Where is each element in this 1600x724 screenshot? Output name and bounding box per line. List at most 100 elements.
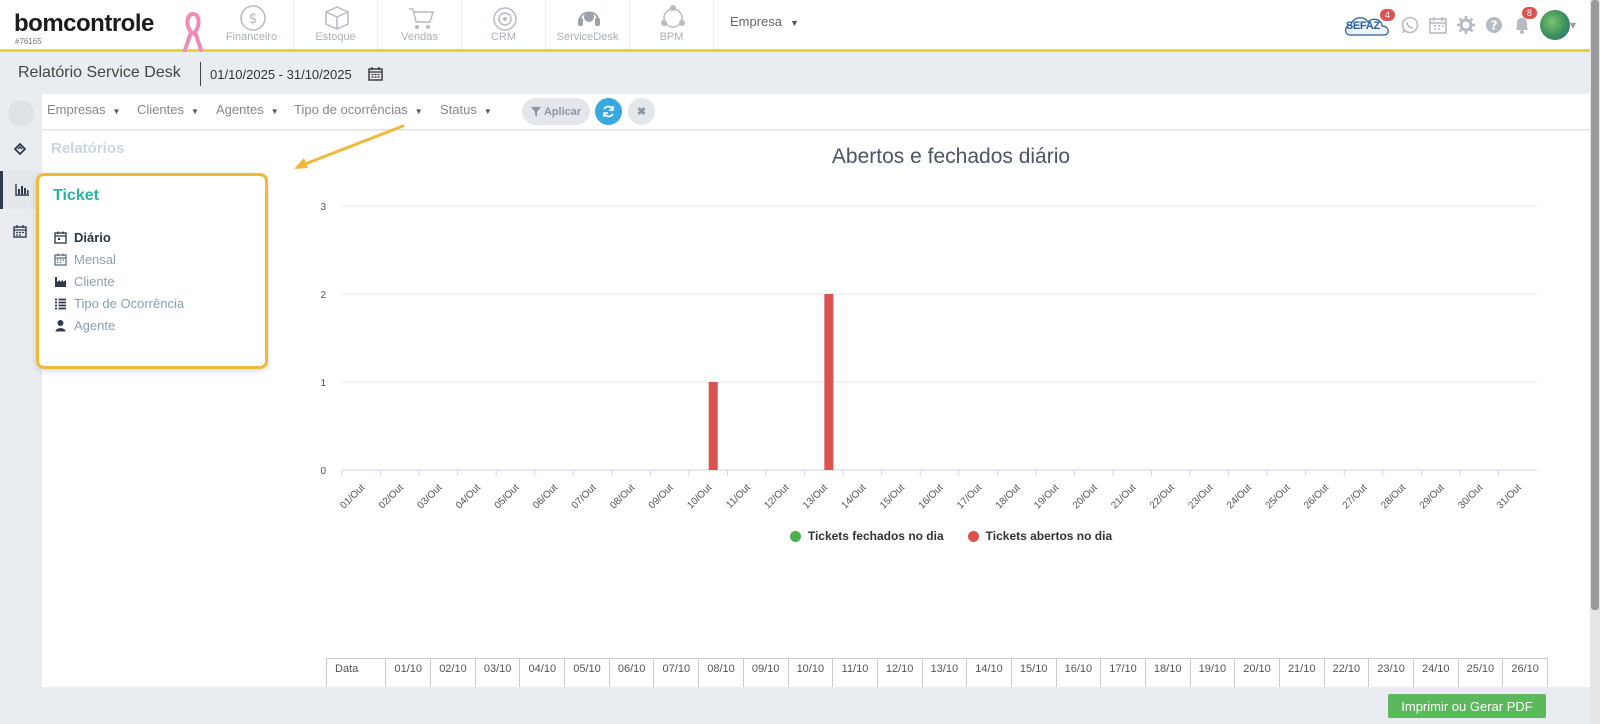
caret-down-icon: ▼ bbox=[790, 18, 799, 28]
print-pdf-button[interactable]: Imprimir ou Gerar PDF bbox=[1388, 694, 1546, 718]
ticket-icon bbox=[13, 142, 27, 156]
module-nav: $ Financeiro Estoque Vendas CRM ServiceD… bbox=[210, 0, 714, 49]
rail-reports[interactable] bbox=[0, 171, 40, 209]
module-label: BPM bbox=[659, 31, 684, 43]
legend-label: Tickets abertos no dia bbox=[985, 529, 1113, 543]
rail-calendar[interactable] bbox=[0, 212, 40, 250]
menu-item-cliente[interactable]: Cliente bbox=[54, 270, 184, 292]
caret-down-icon: ▼ bbox=[483, 107, 492, 116]
module-estoque[interactable]: Estoque bbox=[294, 0, 378, 49]
left-rail bbox=[0, 94, 40, 680]
legend-item-fechados[interactable]: Tickets fechados no dia bbox=[789, 529, 944, 543]
table-header-cell: 02/10 bbox=[430, 658, 476, 687]
menu-item-mensal[interactable]: Mensal bbox=[54, 248, 184, 270]
filter-clientes[interactable]: Clientes ▼ bbox=[137, 102, 199, 117]
table-header-cell: 23/10 bbox=[1368, 658, 1414, 687]
caret-down-icon: ▼ bbox=[270, 107, 279, 116]
module-label: Financeiro bbox=[225, 31, 278, 43]
company-dropdown-label: Empresa bbox=[730, 14, 783, 29]
data-table-container: Data 01/10 02/10 03/10 04/10 05/10 06/10 07/10… bbox=[326, 658, 1548, 687]
module-label: Vendas bbox=[401, 31, 438, 43]
help-icon[interactable]: ? bbox=[1484, 15, 1504, 35]
menu-item-diario[interactable]: Diário bbox=[54, 226, 184, 248]
app-logo[interactable]: bomcontrole bbox=[14, 10, 154, 38]
legend-swatch bbox=[967, 530, 979, 542]
x-tick-label: 22/Out bbox=[1148, 482, 1177, 511]
module-vendas[interactable]: Vendas bbox=[378, 0, 462, 49]
caret-down-icon: ▼ bbox=[112, 107, 121, 116]
table-header-cell: 19/10 bbox=[1189, 658, 1236, 687]
menu-item-agente[interactable]: Agente bbox=[54, 314, 184, 336]
filter-icon bbox=[530, 106, 541, 117]
top-right-icons: SEFAZ 4 ? 8 ▼ bbox=[1344, 7, 1576, 42]
page-scrollbar[interactable] bbox=[1590, 0, 1600, 724]
refresh-button[interactable] bbox=[595, 98, 622, 125]
ticket-group-title: Ticket bbox=[53, 187, 99, 204]
whatsapp-icon[interactable] bbox=[1400, 15, 1420, 35]
filter-empresas[interactable]: Empresas ▼ bbox=[47, 102, 120, 117]
x-tick-label: 15/Out bbox=[878, 482, 907, 511]
x-tick-label: 07/Out bbox=[570, 482, 599, 511]
filter-status[interactable]: Status ▼ bbox=[440, 102, 492, 117]
factory-icon bbox=[54, 275, 67, 288]
main-panel: Relatórios Ticket Diário Mensal Cliente … bbox=[36, 131, 1590, 687]
table-header-cell: 14/10 bbox=[966, 658, 1012, 687]
calendar-icon[interactable] bbox=[368, 66, 383, 81]
caret-down-icon[interactable]: ▼ bbox=[1570, 21, 1576, 30]
bell-icon[interactable]: 8 bbox=[1512, 7, 1537, 35]
apply-button[interactable]: Aplicar bbox=[522, 98, 590, 125]
table-header-cell: 20/10 bbox=[1234, 658, 1280, 687]
apply-label: Aplicar bbox=[543, 105, 582, 118]
module-label: CRM bbox=[490, 31, 517, 43]
table-header-cell: 12/10 bbox=[876, 658, 923, 687]
scrollbar-thumb[interactable] bbox=[1591, 0, 1599, 610]
collapse-toggle[interactable] bbox=[8, 100, 34, 126]
x-tick-label: 14/Out bbox=[840, 482, 869, 511]
x-tick-label: 20/Out bbox=[1071, 482, 1100, 511]
table-header-cell: 06/10 bbox=[608, 658, 655, 687]
rail-ticket[interactable] bbox=[0, 130, 40, 168]
table-header-cell: 13/10 bbox=[921, 658, 968, 687]
calendar-icon[interactable] bbox=[1428, 15, 1448, 35]
company-dropdown[interactable]: Empresa ▼ bbox=[730, 14, 799, 29]
table-header-cell: 21/10 bbox=[1278, 658, 1325, 687]
x-tick-label: 09/Out bbox=[647, 482, 676, 511]
module-crm[interactable]: CRM bbox=[462, 0, 546, 49]
menu-item-tipo-ocorrencia[interactable]: Tipo de Ocorrência bbox=[54, 292, 184, 314]
avatar[interactable] bbox=[1539, 10, 1570, 40]
table-header-cell: 16/10 bbox=[1055, 658, 1102, 687]
clear-filters-button[interactable]: ✖ bbox=[628, 98, 655, 125]
filter-label: Empresas bbox=[47, 102, 106, 117]
chart-bar bbox=[708, 382, 718, 470]
chart-legend: Tickets fechados no dia Tickets abertos … bbox=[312, 529, 1590, 543]
x-tick-label: 25/Out bbox=[1264, 482, 1293, 511]
account-code: #76165 bbox=[15, 37, 42, 46]
filter-agentes[interactable]: Agentes ▼ bbox=[216, 102, 279, 117]
module-bpm[interactable]: BPM bbox=[630, 0, 714, 49]
svg-text:?: ? bbox=[1490, 19, 1497, 33]
table-header-cell: 09/10 bbox=[742, 658, 789, 687]
x-tick-label: 26/Out bbox=[1302, 482, 1331, 511]
x-tick-label: 24/Out bbox=[1225, 482, 1254, 511]
x-tick-label: 18/Out bbox=[994, 482, 1023, 511]
menu-item-label: Mensal bbox=[74, 251, 116, 267]
filter-bar: Empresas ▼ Clientes ▼ Agentes ▼ Tipo de oco… bbox=[42, 94, 1590, 130]
menu-item-label: Cliente bbox=[74, 273, 115, 289]
gear-icon[interactable] bbox=[1456, 15, 1476, 35]
x-tick-label: 29/Out bbox=[1418, 482, 1447, 511]
date-range[interactable]: 01/10/2025 - 31/10/2025 bbox=[210, 67, 352, 82]
sefaz-button[interactable]: SEFAZ 4 bbox=[1344, 9, 1395, 39]
filter-tipo-ocorrencias[interactable]: Tipo de ocorrências ▼ bbox=[294, 102, 423, 117]
x-tick-label: 01/Out bbox=[338, 482, 367, 511]
table-header-cell: 03/10 bbox=[474, 658, 521, 687]
filter-label: Status bbox=[440, 102, 477, 117]
calendar-icon bbox=[13, 225, 27, 238]
module-financeiro[interactable]: $ Financeiro bbox=[210, 0, 294, 49]
module-servicedesk[interactable]: ServiceDesk bbox=[546, 0, 630, 49]
page-title: Relatório Service Desk bbox=[18, 64, 181, 81]
target-icon bbox=[493, 7, 517, 31]
annotation-arrow-icon bbox=[294, 124, 405, 169]
x-tick-label: 30/Out bbox=[1456, 482, 1485, 511]
svg-text:$: $ bbox=[249, 11, 258, 27]
legend-item-abertos[interactable]: Tickets abertos no dia bbox=[967, 529, 1113, 543]
